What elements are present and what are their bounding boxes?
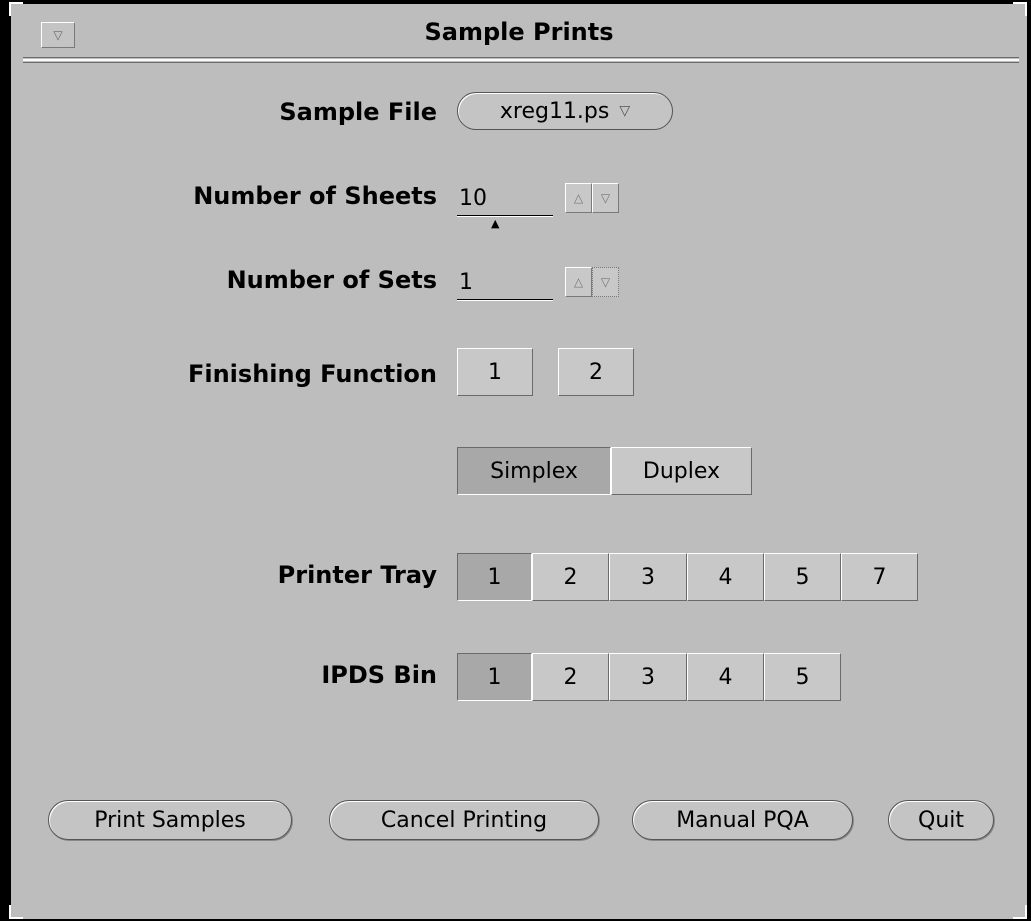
ipds-bin-option-4[interactable]: 4 — [687, 653, 764, 701]
num-sheets-field[interactable]: 10 ▲ — [457, 182, 553, 230]
title-divider-shadow — [23, 62, 1019, 63]
duplex-toggle[interactable]: Duplex — [611, 447, 752, 495]
ipds-bin-option-1[interactable]: 1 — [457, 653, 532, 701]
finishing-function-label: Finishing Function — [187, 360, 437, 388]
text-caret-icon: ▲ — [491, 217, 500, 230]
title-bar: ▽ Sample Prints — [11, 4, 1027, 66]
ipds-bin-option-5[interactable]: 5 — [764, 653, 841, 701]
resize-corner-bottom-right[interactable] — [1013, 905, 1027, 919]
ipds-bin-option-3[interactable]: 3 — [609, 653, 687, 701]
num-sheets-label: Number of Sheets — [193, 182, 437, 210]
ipds-bin-option-2[interactable]: 2 — [532, 653, 609, 701]
finishing-option-2[interactable]: 2 — [558, 348, 634, 396]
triangle-up-icon: △ — [573, 275, 584, 289]
num-sets-label: Number of Sets — [226, 266, 437, 294]
printer-tray-option-7[interactable]: 7 — [841, 553, 918, 601]
num-sets-increment-button[interactable]: △ — [565, 267, 592, 297]
window-title: Sample Prints — [424, 18, 614, 46]
sample-file-label: Sample File — [279, 98, 437, 126]
quit-button[interactable]: Quit — [888, 800, 994, 840]
num-sheets-increment-button[interactable]: △ — [565, 183, 592, 213]
title-divider — [23, 57, 1019, 58]
chevron-down-icon: ▽ — [619, 103, 631, 119]
manual-pqa-button[interactable]: Manual PQA — [632, 800, 853, 840]
sample-prints-window: ▽ Sample Prints Sample File xreg11.ps ▽ … — [8, 2, 1027, 919]
sample-file-value: xreg11.ps — [499, 98, 610, 124]
num-sets-value: 1 — [459, 270, 473, 295]
triangle-down-icon: ▽ — [600, 275, 611, 289]
simplex-toggle[interactable]: Simplex — [457, 447, 611, 495]
print-samples-button[interactable]: Print Samples — [48, 800, 292, 840]
num-sets-decrement-button[interactable]: ▽ — [592, 267, 619, 297]
triangle-down-icon: ▽ — [600, 191, 611, 205]
finishing-option-1[interactable]: 1 — [457, 348, 533, 396]
num-sheets-value: 10 — [459, 186, 487, 211]
num-sets-field[interactable]: 1 — [457, 266, 553, 300]
printer-tray-option-1[interactable]: 1 — [457, 553, 532, 601]
triangle-up-icon: △ — [573, 191, 584, 205]
printer-tray-label: Printer Tray — [277, 561, 437, 589]
printer-tray-option-2[interactable]: 2 — [532, 553, 609, 601]
printer-tray-option-5[interactable]: 5 — [764, 553, 841, 601]
resize-corner-bottom-left[interactable] — [9, 905, 23, 919]
printer-tray-option-3[interactable]: 3 — [609, 553, 687, 601]
printer-tray-option-4[interactable]: 4 — [687, 553, 764, 601]
num-sheets-decrement-button[interactable]: ▽ — [592, 183, 619, 213]
ipds-bin-label: IPDS Bin — [321, 661, 437, 689]
title-divider-highlight — [23, 59, 1019, 61]
sample-file-menu-button[interactable]: xreg11.ps ▽ — [457, 92, 673, 130]
cancel-printing-button[interactable]: Cancel Printing — [329, 800, 599, 840]
